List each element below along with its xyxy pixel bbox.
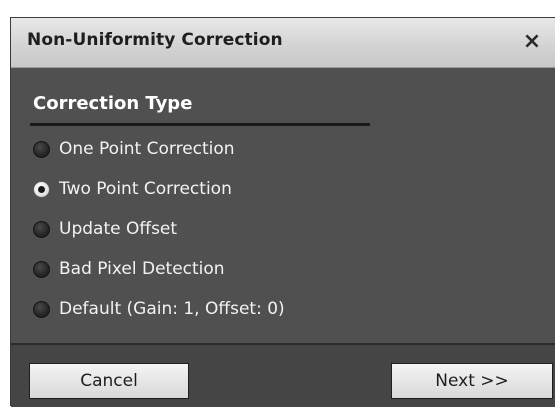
option-label: Bad Pixel Detection [59, 259, 225, 279]
option-label: Update Offset [59, 219, 178, 239]
option-label: One Point Correction [59, 139, 235, 159]
radio-button-icon[interactable] [33, 220, 50, 238]
radio-bad-pixel-detection[interactable]: Bad Pixel Detection [33, 257, 225, 281]
cancel-button[interactable]: Cancel [29, 363, 189, 399]
radio-update-offset[interactable]: Update Offset [33, 217, 177, 241]
section-divider [30, 123, 370, 126]
section-header: Correction Type [33, 93, 193, 114]
radio-selected-dot [38, 185, 45, 193]
title-bar[interactable]: Non-Uniformity Correction × [11, 18, 555, 68]
radio-button-icon[interactable] [33, 140, 50, 158]
radio-button-icon[interactable] [33, 300, 50, 318]
option-label: Two Point Correction [59, 179, 232, 199]
radio-button-icon[interactable] [33, 180, 50, 198]
nuc-dialog: Non-Uniformity Correction × Correction T… [10, 17, 555, 407]
radio-two-point-correction[interactable]: Two Point Correction [33, 177, 232, 201]
option-label: Default (Gain: 1, Offset: 0) [59, 299, 285, 319]
next-button[interactable]: Next >> [391, 363, 553, 399]
radio-button-icon[interactable] [33, 260, 50, 278]
dialog-title: Non-Uniformity Correction [27, 30, 283, 50]
radio-one-point-correction[interactable]: One Point Correction [33, 137, 235, 161]
close-icon[interactable]: × [519, 28, 545, 54]
dialog-footer: Cancel Next >> [11, 345, 555, 407]
radio-default[interactable]: Default (Gain: 1, Offset: 0) [33, 297, 285, 321]
